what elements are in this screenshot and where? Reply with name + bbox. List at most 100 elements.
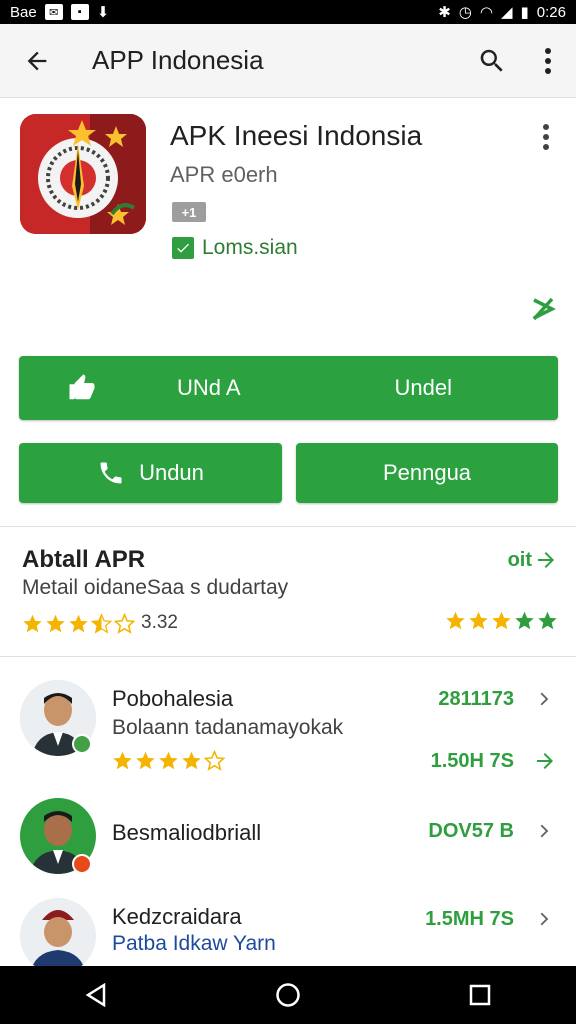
chevron-right-icon (540, 912, 549, 926)
phone-icon (100, 462, 122, 484)
chevron-right-icon (540, 824, 549, 838)
nav-recents-icon (469, 984, 491, 1006)
star-icon (113, 751, 132, 770)
star-icon (515, 611, 534, 630)
install-left-label: UNd A (176, 375, 241, 400)
review-author: Pobohalesia (112, 686, 234, 711)
review-size-bottom: 1.50H 7S (430, 750, 514, 772)
verified-label: Loms.sian (202, 236, 298, 259)
content-rating-badge: +1 (172, 202, 206, 222)
battery-icon: ▮ (520, 4, 529, 21)
status-bar: Bae ✉ ▪ ⬇ ✱ ◷ ◠ ◢ ▮ 0:26 (0, 0, 576, 24)
install-right-segment: Undel (289, 375, 559, 401)
arrow-forward-icon (538, 552, 554, 568)
alert-badge-icon (72, 854, 92, 874)
star-icon (136, 751, 155, 770)
nav-back-icon (85, 983, 106, 1007)
chevron-right-button[interactable] (532, 818, 558, 844)
arrow-forward-icon (537, 753, 553, 769)
nav-home-icon (276, 983, 300, 1007)
chevron-right-icon (540, 692, 549, 706)
install-right-label: Undel (394, 375, 452, 400)
about-description: Metail oidaneSaa s dudartay (22, 576, 289, 599)
list-item[interactable]: Pobohalesia Bolaann tadanamayokak 281117… (0, 670, 576, 780)
online-badge-icon (72, 734, 92, 754)
navigation-bar (0, 966, 576, 1024)
thumb-up-icon (69, 374, 95, 400)
about-stars-right (445, 610, 558, 631)
share-icon (532, 297, 556, 321)
review-stars (112, 750, 225, 771)
status-time: 0:26 (536, 3, 566, 21)
section-divider (0, 526, 576, 527)
message-notification-icon: ▪ (70, 4, 89, 20)
mail-notification-icon: ✉ (44, 4, 63, 20)
search-icon (480, 49, 503, 72)
alarm-icon: ◷ (458, 4, 472, 21)
download-notification-icon: ⬇ (96, 4, 110, 21)
signal-icon: ◢ (500, 4, 513, 21)
app-developer[interactable]: APR e0erh (170, 162, 278, 188)
star-icon (469, 611, 488, 630)
about-rating: 3.32 (22, 612, 178, 634)
chevron-right-button[interactable] (532, 906, 558, 932)
page-title: APP Indonesia (92, 45, 264, 75)
review-size-top: 1.5MH 7S (425, 908, 514, 930)
star-icon (114, 612, 135, 634)
review-size-top: DOV57 B (428, 820, 514, 842)
star-icon (69, 614, 88, 632)
chevron-right-button[interactable] (532, 686, 558, 712)
star-icon (23, 614, 42, 632)
app-more-button[interactable] (534, 120, 558, 154)
star-icon (159, 751, 178, 770)
overflow-menu-button[interactable] (520, 24, 576, 98)
install-left-segment: UNd A (19, 373, 289, 403)
secondary-action-label: Penngua (382, 460, 472, 485)
about-link-text: oit (507, 548, 532, 571)
star-icon (538, 611, 557, 630)
review-text: Bolaann tadanamayokak (112, 716, 344, 739)
star-icon (91, 612, 112, 634)
avatar (20, 898, 96, 974)
arrow-forward-button[interactable] (532, 748, 558, 774)
more-vert-icon (545, 47, 551, 74)
person-icon (20, 898, 96, 974)
review-author: Besmaliodbriall (112, 820, 262, 845)
app-logo-emblem (20, 114, 146, 234)
review-size-top: 2811173 (438, 688, 514, 710)
about-more-link[interactable]: oit (508, 548, 558, 572)
star-icon (204, 750, 225, 771)
install-button[interactable]: UNd A Undel (19, 356, 558, 420)
verified-row: Loms.sian (172, 236, 298, 260)
star-icon (446, 611, 465, 630)
star-icon (182, 751, 201, 770)
star-icon (492, 611, 511, 630)
about-title: Abtall APR (22, 546, 146, 573)
arrow-back-icon (27, 51, 47, 70)
secondary-action-button[interactable]: Penngua (296, 443, 558, 503)
call-button[interactable]: Undun (19, 443, 282, 503)
app-header: APK Ineesi Indonsia APR e0erh +1 Loms.si… (0, 98, 576, 338)
nav-recents-button[interactable] (450, 966, 510, 1024)
check-icon (172, 237, 194, 259)
review-author: Kedzcraidara (112, 904, 242, 929)
nav-back-button[interactable] (66, 966, 126, 1024)
rating-value: 3.32 (141, 612, 178, 633)
app-name: APK Ineesi Indonsia (170, 120, 423, 151)
status-left-label: Bae (10, 3, 37, 21)
star-icon (46, 614, 65, 632)
share-button[interactable] (528, 294, 558, 324)
review-text: Patba Idkaw Yarn (112, 932, 276, 955)
call-button-label: Undun (139, 460, 204, 485)
about-stars (22, 612, 135, 634)
bluetooth-icon: ✱ (438, 4, 451, 21)
search-button[interactable] (464, 24, 520, 98)
back-button[interactable] (0, 24, 74, 98)
more-vert-icon (543, 124, 549, 150)
wifi-icon: ◠ (479, 4, 493, 21)
list-item[interactable]: Besmaliodbriall DOV57 B (0, 790, 576, 900)
app-bar: APP Indonesia (0, 24, 576, 98)
section-divider (0, 656, 576, 657)
app-icon[interactable] (20, 114, 146, 234)
nav-home-button[interactable] (258, 966, 318, 1024)
